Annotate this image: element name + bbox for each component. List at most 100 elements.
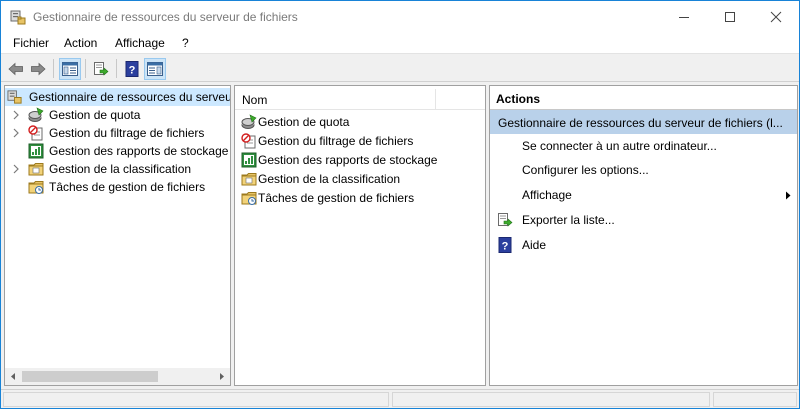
action-label: Configurer les options... [522, 163, 649, 177]
help-button[interactable]: ? [121, 58, 143, 80]
action-label: Affichage [522, 188, 572, 202]
submenu-arrow-icon [786, 191, 791, 200]
menu-help[interactable]: ? [182, 36, 189, 50]
maximize-icon [725, 12, 735, 22]
show-hide-action-pane-icon [147, 62, 163, 76]
menu-action[interactable]: Action [64, 36, 97, 50]
status-cell [3, 392, 389, 407]
actions-group-label: Gestionnaire de ressources du serveur de… [498, 116, 783, 130]
svg-text:?: ? [129, 65, 136, 77]
list-item-label: Gestion du filtrage de fichiers [258, 134, 414, 148]
chevron-right-icon[interactable] [12, 110, 20, 120]
list-item-label: Gestion de la classification [258, 172, 401, 186]
forward-arrow-icon [31, 62, 46, 76]
tree-horizontal-scrollbar[interactable] [5, 368, 230, 385]
list-item[interactable]: Tâches de gestion de fichiers [235, 189, 485, 208]
action-label: Exporter la liste... [522, 213, 615, 227]
help-icon: ? [125, 61, 139, 77]
show-hide-tree-icon [62, 62, 78, 76]
menu-affichage[interactable]: Affichage [115, 36, 165, 50]
scroll-left-icon[interactable] [9, 372, 18, 381]
toolbar: ? [1, 55, 799, 82]
file-tasks-icon [28, 181, 44, 194]
column-header-name[interactable]: Nom [235, 86, 485, 110]
toolbar-separator [85, 59, 86, 78]
column-divider[interactable] [435, 89, 436, 109]
tree-item-file-screen[interactable]: Gestion du filtrage de fichiers [5, 124, 230, 142]
window-title: Gestionnaire de ressources du serveur de… [33, 10, 298, 24]
storage-report-icon [28, 143, 44, 159]
chevron-right-icon[interactable] [12, 128, 20, 138]
file-server-app-icon [10, 10, 26, 25]
back-button[interactable] [5, 58, 27, 80]
minimize-button[interactable] [661, 1, 707, 33]
classification-icon [241, 173, 257, 186]
close-icon [770, 11, 782, 23]
results-pane[interactable]: Nom Gestion de quota Gestion du filtrage… [234, 85, 486, 386]
action-export-list[interactable]: Exporter la liste... [490, 209, 797, 231]
scroll-right-icon[interactable] [217, 372, 226, 381]
status-cell [392, 392, 710, 407]
chevron-right-icon[interactable] [12, 164, 20, 174]
storage-report-icon [241, 152, 257, 168]
menu-fichier[interactable]: Fichier [13, 36, 49, 50]
actions-pane-header: Actions [490, 86, 797, 110]
scrollbar-thumb[interactable] [22, 371, 158, 382]
quota-icon [28, 107, 44, 122]
file-screen-icon [28, 125, 43, 141]
export-list-icon [94, 62, 109, 76]
list-item[interactable]: Gestion des rapports de stockage [235, 151, 485, 170]
action-help[interactable]: ? Aide [490, 234, 797, 256]
toolbar-separator [116, 59, 117, 78]
export-list-button[interactable] [90, 58, 112, 80]
status-cell [713, 392, 797, 407]
tree-item-quota[interactable]: Gestion de quota [5, 106, 230, 124]
tree-item-label: Gestion de quota [49, 108, 141, 122]
app-window: Gestionnaire de ressources du serveur de… [0, 0, 800, 409]
list-item[interactable]: Gestion de la classification [235, 170, 485, 189]
close-button[interactable] [753, 1, 799, 33]
action-label: Se connecter à un autre ordinateur... [522, 139, 717, 153]
list-item-label: Tâches de gestion de fichiers [258, 191, 415, 205]
menu-bar: Fichier Action Affichage ? [1, 33, 799, 54]
column-header-label: Nom [242, 93, 268, 107]
back-arrow-icon [8, 62, 23, 76]
svg-text:?: ? [502, 241, 509, 253]
maximize-button[interactable] [707, 1, 753, 33]
forward-button[interactable] [27, 58, 49, 80]
toolbar-separator [53, 59, 54, 78]
help-icon: ? [498, 237, 512, 253]
file-tasks-icon [241, 192, 257, 205]
tree-item-storage-reports[interactable]: Gestion des rapports de stockage [5, 142, 230, 160]
quota-icon [241, 114, 257, 129]
action-view-submenu[interactable]: Affichage [490, 184, 797, 206]
file-screen-icon [241, 133, 256, 149]
tree-item-label: Tâches de gestion de fichiers [49, 180, 206, 194]
actions-title: Actions [496, 92, 541, 106]
tree-item-file-tasks[interactable]: Tâches de gestion de fichiers [5, 178, 230, 196]
action-connect-other-computer[interactable]: Se connecter à un autre ordinateur... [490, 135, 797, 157]
tree-item-classification[interactable]: Gestion de la classification [5, 160, 230, 178]
list-item-label: Gestion des rapports de stockage [258, 153, 438, 167]
action-label: Aide [522, 238, 547, 252]
show-hide-tree-button[interactable] [59, 58, 81, 80]
minimize-icon [679, 17, 689, 18]
tree-root-label: Gestionnaire de ressources du serveur de… [29, 90, 230, 104]
classification-icon [28, 163, 44, 176]
list-item[interactable]: Gestion de quota [235, 113, 485, 132]
tree-root-item[interactable]: Gestionnaire de ressources du serveur de… [5, 88, 230, 106]
tree-item-label: Gestion des rapports de stockage [49, 144, 229, 158]
actions-pane: Actions Gestionnaire de ressources du se… [489, 85, 798, 386]
status-bar [1, 389, 799, 408]
title-bar[interactable]: Gestionnaire de ressources du serveur de… [1, 1, 799, 33]
actions-group-header[interactable]: Gestionnaire de ressources du serveur de… [490, 110, 797, 134]
list-item[interactable]: Gestion du filtrage de fichiers [235, 132, 485, 151]
file-server-app-icon [7, 90, 22, 104]
action-configure-options[interactable]: Configurer les options... [490, 159, 797, 181]
export-list-icon [498, 213, 513, 227]
list-item-label: Gestion de quota [258, 115, 350, 129]
tree-item-label: Gestion du filtrage de fichiers [49, 126, 205, 140]
tree-item-label: Gestion de la classification [49, 162, 192, 176]
console-tree[interactable]: Gestionnaire de ressources du serveur de… [4, 85, 231, 386]
show-hide-action-pane-button[interactable] [144, 58, 166, 80]
